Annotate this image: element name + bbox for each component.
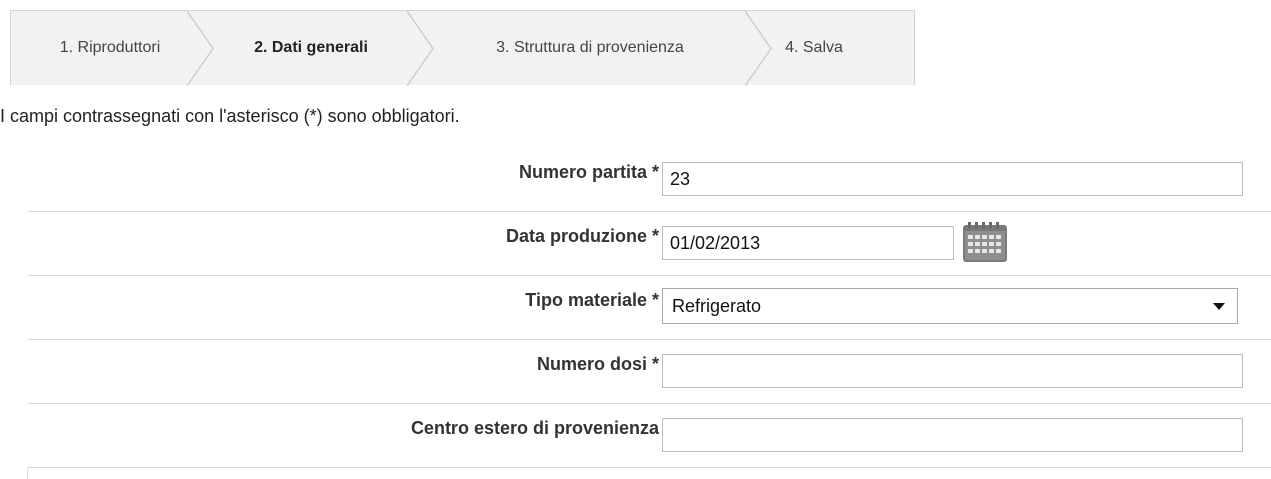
form-row-numero-partita: Numero partita * [28,148,1271,212]
form-row-tipo-materiale: Tipo materiale * Refrigerato [28,276,1271,340]
calendar-icon[interactable] [961,222,1009,264]
divider [27,468,28,479]
numero-dosi-input[interactable] [662,354,1243,388]
step-separator [407,11,435,86]
form-row-data-produzione: Data produzione * [28,212,1271,276]
form-row-centro-estero: Centro estero di provenienza [28,404,1271,468]
required-fields-note: I campi contrassegnati con l'asterisco (… [0,106,460,126]
tipo-materiale-selected: Refrigerato [672,296,762,316]
step-dati-generali[interactable]: 2. Dati generali [201,11,434,86]
form-row-numero-dosi: Numero dosi * [28,340,1271,404]
step-salva[interactable]: 4. Salva [759,11,869,85]
centro-estero-input[interactable] [662,418,1243,452]
step-label: 4. Salva [785,39,843,56]
data-produzione-label: Data produzione * [505,226,659,246]
step-label: 3. Struttura di provenienza [496,39,684,56]
chevron-down-icon [1213,303,1225,310]
tipo-materiale-select[interactable]: Refrigerato [662,288,1238,324]
general-data-form: Numero partita * Data produzione * [28,148,1271,468]
step-separator [745,11,773,86]
step-label: 2. Dati generali [254,39,368,56]
numero-partita-input[interactable] [662,162,1243,196]
step-separator [187,11,215,86]
step-struttura-provenienza[interactable]: 3. Struttura di provenienza [421,11,772,86]
numero-dosi-label: Numero dosi * [536,354,659,374]
step-riproduttori[interactable]: 1. Riproduttori [11,11,214,86]
tipo-materiale-label: Tipo materiale * [525,290,659,310]
wizard-steps: 1. Riproduttori 2. Dati generali 3. Stru… [10,10,915,86]
data-produzione-input[interactable] [662,226,954,260]
step-label: 1. Riproduttori [59,39,161,56]
centro-estero-label: Centro estero di provenienza [410,418,659,438]
numero-partita-label: Numero partita * [518,162,659,182]
